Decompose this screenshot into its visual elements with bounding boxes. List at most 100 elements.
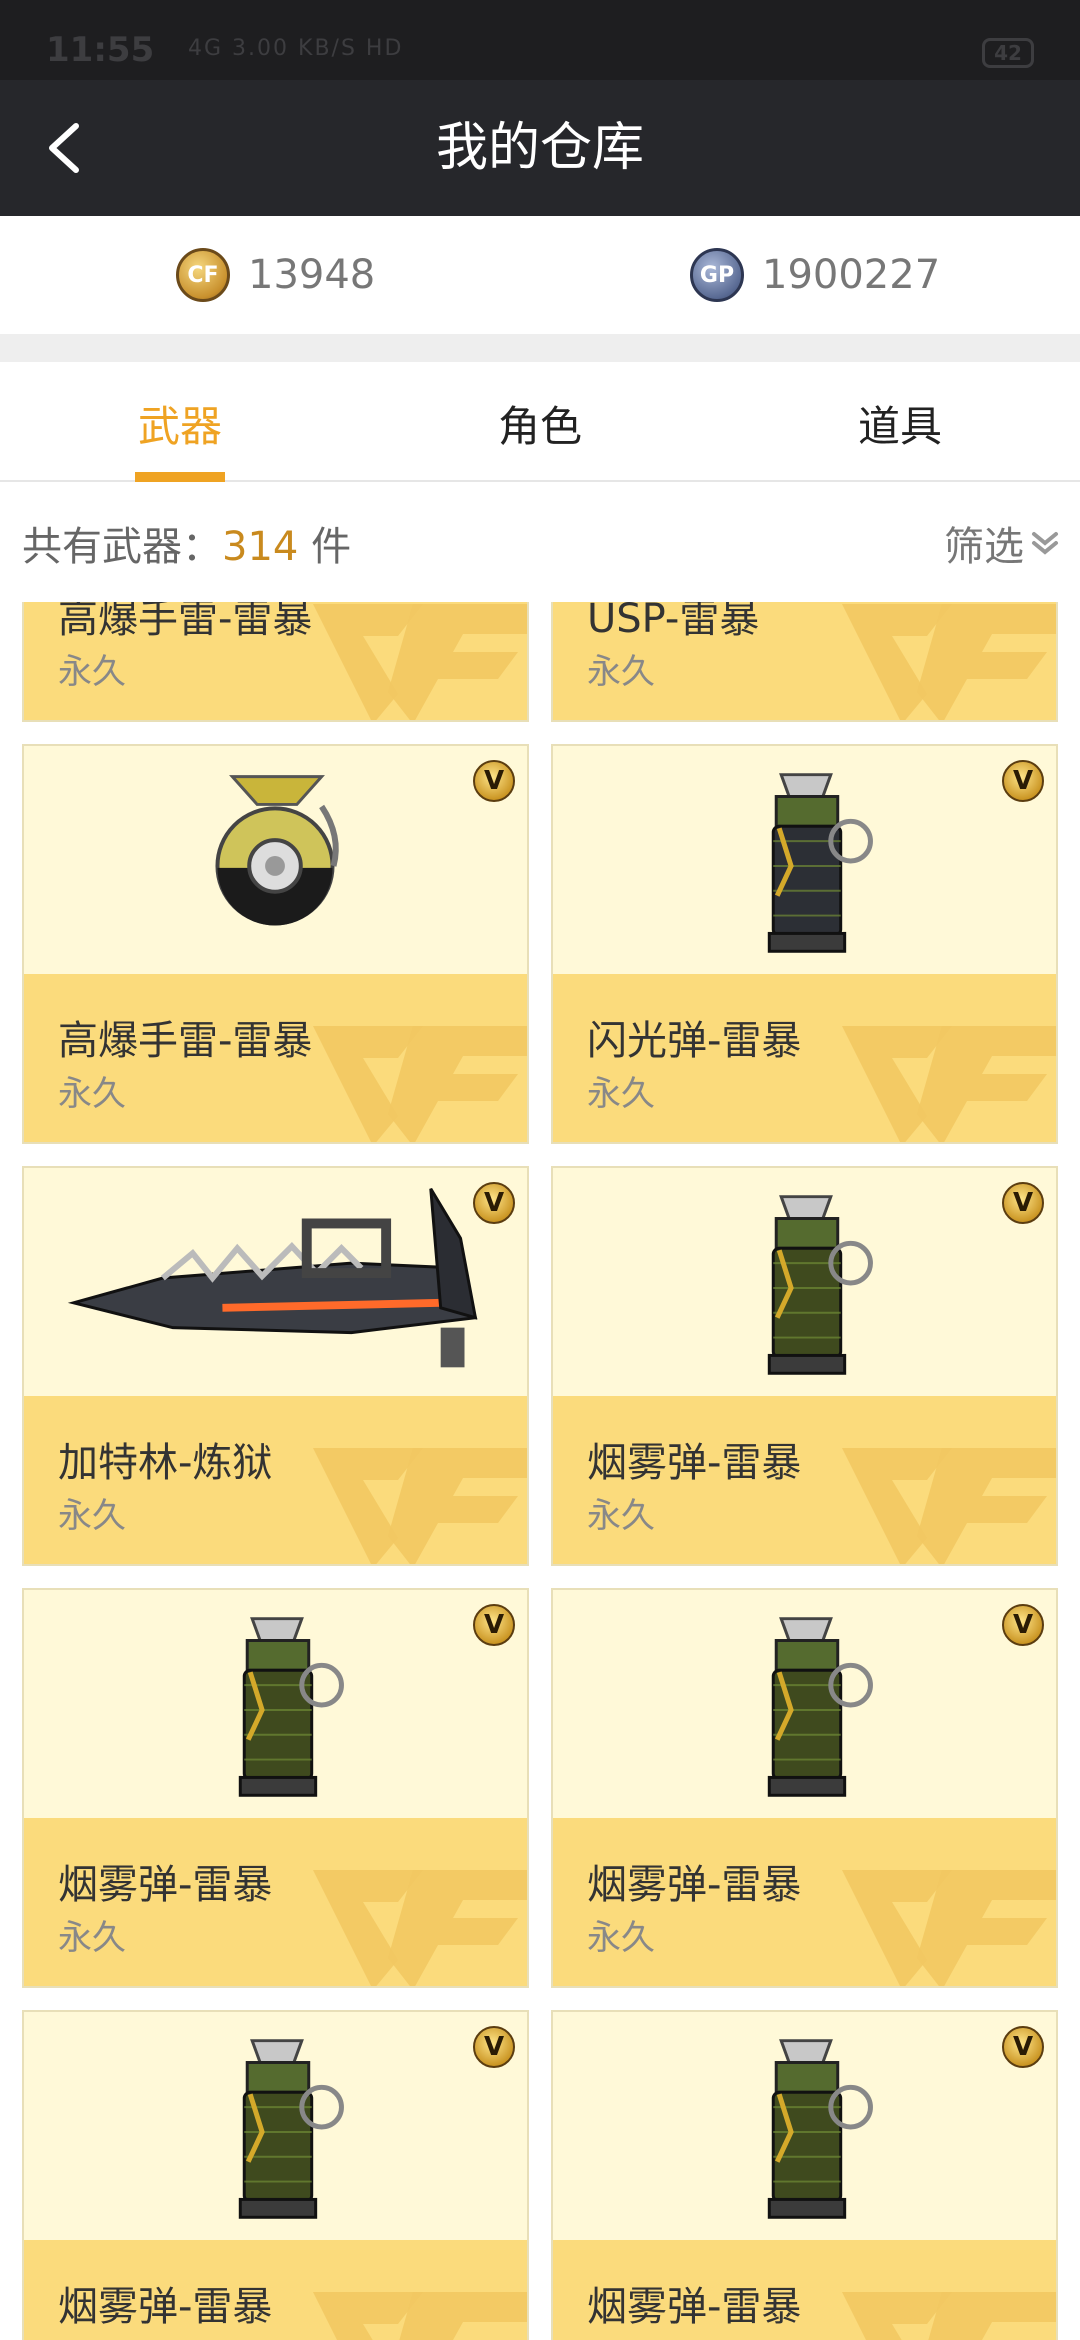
gp-currency: GP 1900227 <box>690 246 940 304</box>
weapon-info: 高爆手雷-雷暴永久 <box>24 974 527 1142</box>
weapon-duration: 永久 <box>58 1918 126 1958</box>
weapon-card[interactable]: USP-雷暴 永久 <box>551 602 1058 722</box>
weapon-name: 烟雾弹-雷暴 <box>587 2284 802 2330</box>
canister-grenade-image <box>767 773 873 953</box>
weapon-card[interactable]: V 高爆手雷-雷暴永久 <box>22 744 529 1144</box>
weapon-duration: 永久 <box>58 1496 126 1536</box>
canister-grenade-image <box>238 2039 344 2219</box>
currency-bar: CF 13948 GP 1900227 <box>0 216 1080 334</box>
tab-label: 武器 <box>137 402 222 451</box>
weapon-card[interactable]: 高爆手雷-雷暴 永久 <box>22 602 529 722</box>
canister-grenade-image <box>767 1617 873 1797</box>
vip-badge-icon: V <box>473 760 515 802</box>
canister-grenade-image <box>238 1617 344 1797</box>
weapon-name: 加特林-炼狱 <box>58 1440 273 1486</box>
weapon-info: 烟雾弹-雷暴永久 <box>24 1818 527 1986</box>
weapon-duration: 永久 <box>587 652 655 692</box>
cf-logo-watermark <box>842 2292 1056 2340</box>
weapon-name: 闪光弹-雷暴 <box>587 1018 802 1064</box>
cf-logo-watermark <box>842 1870 1056 1986</box>
gatling-image <box>67 1187 478 1368</box>
vip-badge-icon: V <box>1002 1604 1044 1646</box>
vip-badge-icon: V <box>1002 2026 1044 2068</box>
status-network: 4G 3.00 KB/S HD <box>188 36 404 61</box>
weapon-image-area <box>24 2012 527 2240</box>
vip-badge-icon: V <box>473 1604 515 1646</box>
weapon-info: 闪光弹-雷暴永久 <box>553 974 1056 1142</box>
cf-logo-watermark <box>842 1026 1056 1142</box>
weapon-image-area <box>553 1168 1056 1396</box>
weapon-card[interactable]: V 烟雾弹-雷暴永久 <box>551 1166 1058 1566</box>
back-button[interactable] <box>36 116 100 180</box>
weapon-info: 加特林-炼狱永久 <box>24 1396 527 1564</box>
weapon-info: 烟雾弹-雷暴永久 <box>24 2240 527 2340</box>
canister-grenade-image <box>767 1195 873 1375</box>
weapon-duration: 永久 <box>58 2332 126 2340</box>
status-bar: 11:55 4G 3.00 KB/S HD 42 <box>0 0 1080 80</box>
weapon-card[interactable]: V 加特林-炼狱永久 <box>22 1166 529 1566</box>
cf-balance: 13948 <box>248 252 376 298</box>
weapon-name: 烟雾弹-雷暴 <box>587 1440 802 1486</box>
weapon-name: 烟雾弹-雷暴 <box>58 2284 273 2330</box>
vip-badge-icon: V <box>1002 1182 1044 1224</box>
weapon-card[interactable]: V 烟雾弹-雷暴永久 <box>551 1588 1058 1988</box>
count-number: 314 <box>222 524 299 570</box>
cf-logo-watermark <box>842 1448 1056 1564</box>
weapon-image-area <box>24 746 527 974</box>
cf-logo-watermark <box>313 1448 527 1564</box>
vip-badge-icon: V <box>473 2026 515 2068</box>
weapon-duration: 永久 <box>58 1074 126 1114</box>
cf-logo-watermark <box>313 604 527 720</box>
count-suffix: 件 <box>298 524 352 570</box>
filter-button[interactable]: 筛选 <box>944 514 1060 572</box>
filter-label: 筛选 <box>944 524 1024 570</box>
weapon-grid: 高爆手雷-雷暴 永久 USP-雷暴 永久 V 高爆手雷-雷暴 永久 V 闪光弹-雷暴 永久 V 加特林… <box>0 602 1080 2340</box>
weapon-info: 烟雾弹-雷暴永久 <box>553 2240 1056 2340</box>
active-tab-indicator <box>135 472 225 482</box>
vip-badge-icon: V <box>1002 760 1044 802</box>
cf-coin-icon: CF <box>176 248 230 302</box>
page-title: 我的仓库 <box>435 118 644 178</box>
weapon-name: USP-雷暴 <box>587 602 760 642</box>
weapon-name: 高爆手雷-雷暴 <box>58 602 313 642</box>
cf-logo-watermark <box>313 2292 527 2340</box>
weapon-duration: 永久 <box>587 1074 655 1114</box>
weapon-count: 共有武器：314 件 <box>22 514 351 572</box>
weapon-image-area <box>24 1590 527 1818</box>
chevron-left-icon <box>49 123 79 173</box>
weapon-card[interactable]: V 烟雾弹-雷暴永久 <box>22 2010 529 2340</box>
tab-label: 道具 <box>857 402 942 451</box>
app-header: 我的仓库 <box>0 80 1080 216</box>
weapon-card[interactable]: V 烟雾弹-雷暴永久 <box>22 1588 529 1988</box>
weapon-duration: 永久 <box>587 1496 655 1536</box>
gp-coin-icon: GP <box>690 248 744 302</box>
weapon-duration: 永久 <box>587 1918 655 1958</box>
gp-balance: 1900227 <box>762 252 941 298</box>
vip-badge-icon: V <box>473 1182 515 1224</box>
weapon-info: USP-雷暴 永久 <box>553 602 1056 720</box>
weapon-image-area <box>553 1590 1056 1818</box>
weapon-duration: 永久 <box>58 652 126 692</box>
tab-label: 角色 <box>497 402 582 451</box>
battery-icon: 42 <box>982 38 1034 68</box>
tab-characters[interactable]: 角色 <box>360 362 720 482</box>
count-bar: 共有武器：314 件 筛选 <box>0 482 1080 602</box>
weapon-image-area <box>553 746 1056 974</box>
cf-logo-watermark <box>313 1870 527 1986</box>
weapon-card[interactable]: V 烟雾弹-雷暴永久 <box>551 2010 1058 2340</box>
double-chevron-down-icon <box>1032 532 1058 555</box>
tab-props[interactable]: 道具 <box>720 362 1080 482</box>
status-time: 11:55 <box>46 30 155 70</box>
weapon-name: 烟雾弹-雷暴 <box>58 1862 273 1908</box>
cf-currency: CF 13948 <box>176 246 375 304</box>
weapon-info: 烟雾弹-雷暴永久 <box>553 1396 1056 1564</box>
weapon-info: 高爆手雷-雷暴 永久 <box>24 602 527 720</box>
grenade-image <box>215 775 339 926</box>
category-tabs: 武器 角色 道具 <box>0 362 1080 482</box>
cf-logo-watermark <box>842 604 1056 720</box>
weapon-duration: 永久 <box>587 2332 655 2340</box>
tab-weapons[interactable]: 武器 <box>0 362 360 482</box>
weapon-name: 高爆手雷-雷暴 <box>58 1018 313 1064</box>
section-divider <box>0 334 1080 362</box>
weapon-card[interactable]: V 闪光弹-雷暴永久 <box>551 744 1058 1144</box>
